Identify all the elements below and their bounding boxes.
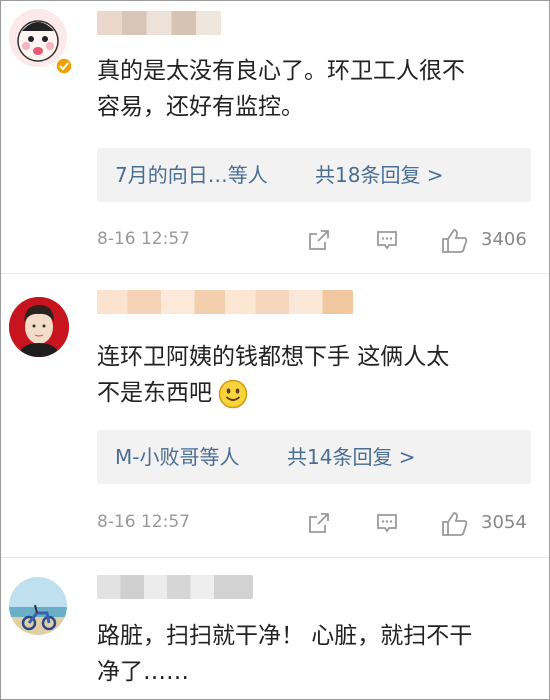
divider — [1, 273, 549, 274]
comment-list: 真的是太没有良心了。环卫工人很不 容易，还好有监控。 7月的向日…等人 共18条… — [0, 0, 550, 700]
comment-meta: 8-16 12:57 3406 — [97, 226, 537, 256]
comment-text-line: 不是东西吧 — [97, 375, 537, 411]
replies-users[interactable]: M-小败哥等人 — [115, 430, 239, 484]
avatar-image — [9, 297, 69, 357]
comment-icon[interactable] — [375, 511, 399, 535]
comment-icon[interactable] — [375, 228, 399, 252]
comment-text-line: 净了…… — [97, 659, 189, 685]
thumbs-up-icon[interactable] — [441, 511, 469, 537]
avatar-image — [9, 577, 67, 635]
comment-text: 路脏，扫扫就干净！ 心脏，就扫不干 净了…… — [97, 618, 537, 690]
replies-count-link[interactable]: 共14条回复 > — [287, 430, 416, 484]
comment-text: 连环卫阿姨的钱都想下手 这俩人太 不是东西吧 — [97, 339, 537, 411]
comment-text-line: 路脏，扫扫就干净！ 心脏，就扫不干 — [97, 623, 473, 649]
comment-text-line: 真的是太没有良心了。环卫工人很不 — [97, 58, 465, 84]
comment-text-line: 容易，还好有监控。 — [97, 94, 304, 120]
replies-users[interactable]: 7月的向日…等人 — [115, 148, 268, 202]
verified-badge-icon — [55, 57, 73, 75]
avatar[interactable] — [9, 577, 67, 635]
replies-box[interactable]: 7月的向日…等人 共18条回复 > — [97, 148, 531, 202]
username-blurred[interactable] — [97, 11, 221, 35]
timestamp: 8-16 12:57 — [97, 229, 190, 249]
comment-text-span: 不是东西吧 — [97, 380, 212, 406]
share-icon[interactable] — [307, 228, 331, 252]
share-icon[interactable] — [307, 511, 331, 535]
comment-text-line: 连环卫阿姨的钱都想下手 这俩人太 — [97, 344, 450, 370]
smile-emoji — [218, 379, 248, 408]
like-count: 3406 — [481, 229, 527, 250]
username-blurred[interactable] — [97, 290, 353, 314]
replies-box[interactable]: M-小败哥等人 共14条回复 > — [97, 430, 531, 484]
timestamp: 8-16 12:57 — [97, 512, 190, 532]
thumbs-up-icon[interactable] — [441, 228, 469, 254]
avatar[interactable] — [9, 297, 69, 357]
replies-count-link[interactable]: 共18条回复 > — [315, 148, 444, 202]
username-blurred[interactable] — [97, 575, 253, 599]
comment-text: 真的是太没有良心了。环卫工人很不 容易，还好有监控。 — [97, 53, 537, 125]
like-count: 3054 — [481, 512, 527, 533]
divider — [1, 557, 549, 558]
comment-meta: 8-16 12:57 3054 — [97, 509, 537, 539]
